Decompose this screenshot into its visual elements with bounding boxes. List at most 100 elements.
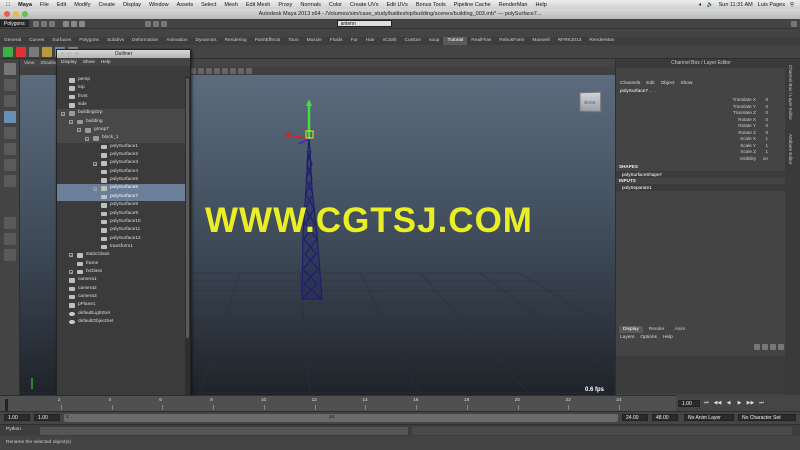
wifi-icon[interactable]: ◕ [698,2,701,8]
channel-attribute-value[interactable]: 1 [756,136,768,141]
outliner-item[interactable]: persp [57,76,185,84]
channel-box-menu-item[interactable]: Object [661,81,675,86]
channel-box-menu-item[interactable]: Edit [646,81,654,86]
outliner-item[interactable]: transform1 [57,243,185,251]
outliner-titlebar[interactable]: Outliner [57,50,190,58]
zoom-window-button[interactable] [22,11,28,17]
outliner-item[interactable]: polySurface7 [57,192,185,202]
layer-editor-tab[interactable]: Render [645,326,669,333]
outliner-item[interactable]: polySurface12 [57,235,185,243]
channel-attribute[interactable]: Translate Y0 [733,104,768,109]
outliner-item[interactable]: pPlane1 [57,301,185,309]
shelf-tab[interactable]: Dynamics [192,37,221,45]
mac-menu-item[interactable]: Normals [296,2,324,8]
character-set-selector[interactable]: No Character Set [738,414,796,421]
playback-end-field[interactable]: 24.00 [622,414,648,421]
outliner-item[interactable]: + fxGlass [57,268,185,276]
step-forward-icon[interactable]: ▶▶ [746,399,755,407]
minimize-window-button[interactable] [13,11,19,17]
channel-attribute-value[interactable]: 0 [756,130,768,135]
new-layer-selected-icon[interactable] [762,344,768,350]
move-manipulator[interactable] [284,99,314,145]
layer-menu-item[interactable]: Options [640,335,657,343]
shelf-tab[interactable]: PaintEffects [251,37,285,45]
mac-menu-item[interactable]: Display [119,2,145,8]
channel-attribute-value[interactable]: 1 [756,149,768,154]
mac-menu-item[interactable]: Edit UVs [382,2,411,8]
range-bar[interactable]: 1 24 [64,414,618,422]
outliner-item[interactable]: + polySurface6 [57,184,185,193]
outliner-item[interactable]: polySurface1 [57,143,185,151]
volume-icon[interactable]: 🔈 [707,2,714,8]
channel-attribute-value[interactable]: 0 [756,104,768,109]
playback-start-field[interactable]: 1.00 [34,414,60,421]
open-scene-icon[interactable] [40,20,47,27]
outliner-expand-toggle[interactable]: − [69,119,73,124]
anim-layer-selector[interactable]: No Anim Layer [684,414,734,421]
outliner-item[interactable]: polySurface11 [57,226,185,234]
layer-up-icon[interactable] [770,344,776,350]
outliner-item[interactable]: − building [57,117,185,127]
channel-attribute-value[interactable]: 0 [756,110,768,115]
outliner-item[interactable]: polySurface8 [57,201,185,209]
mac-menu-item[interactable]: Mesh [220,2,241,8]
step-back-icon[interactable]: ◀◀ [713,399,722,407]
snap-grid-icon[interactable] [144,20,151,27]
mac-menu-item[interactable]: Assets [173,2,198,8]
outliner-item[interactable]: side [57,101,185,109]
apple-menu-icon[interactable]:  [0,2,14,8]
spotlight-icon[interactable]: ⚲ [790,2,794,8]
shelf-tab[interactable]: RealFlow [467,37,495,45]
shelf-tool-icon[interactable] [29,46,39,57]
shelf-tool-icon[interactable] [16,46,26,57]
lasso-tool-icon[interactable] [4,79,16,91]
move-tool-icon[interactable] [4,111,16,123]
shelf-tab[interactable]: Subdivs [103,37,128,45]
mac-menu-item[interactable]: Create UVs [346,2,382,8]
shelf-tab[interactable]: nCloth [379,37,401,45]
shelf-tab[interactable]: General [0,37,25,45]
channel-attribute[interactable]: Translate X0 [733,97,768,102]
outliner-zoom-button[interactable] [74,51,79,57]
snap-curve-icon[interactable] [152,20,159,27]
shelf-tab[interactable]: RebusFarm [495,37,528,45]
outliner-menu-item[interactable]: Display [61,60,77,65]
end-time-field[interactable]: 48.00 [652,414,678,421]
outliner-item[interactable]: top [57,84,185,92]
outliner-item[interactable]: polySurface9 [57,210,185,218]
mac-menu-item[interactable]: RenderMan [495,2,532,8]
outliner-expand-toggle[interactable]: + [69,253,73,258]
four-pane-layout-icon[interactable] [4,233,16,245]
mac-menu-item[interactable]: Create [94,2,119,8]
outliner-scrollbar[interactable] [185,76,190,416]
new-layer-icon[interactable] [754,344,760,350]
outliner-expand-toggle[interactable]: − [85,136,89,141]
close-window-button[interactable] [4,11,10,17]
outliner-item[interactable]: defaultLightSet [57,310,185,318]
select-component-icon[interactable] [78,20,85,27]
outliner-item[interactable]: − buildingGrp [57,109,185,118]
scale-tool-icon[interactable] [4,143,16,155]
render-view-icon[interactable] [791,20,797,27]
single-pane-layout-icon[interactable] [4,217,16,229]
channel-box-object-name[interactable]: polySurface7 . . . [620,89,656,94]
outliner-item[interactable]: camera3 [57,293,185,301]
channel-attribute-value[interactable]: 0 [756,97,768,102]
mac-menu-item[interactable]: Help [531,2,550,8]
outliner-item[interactable]: polySurface2 [57,151,185,159]
mac-menu-item[interactable]: Edit Mesh [242,2,274,8]
shelf-tab[interactable]: RenderMan [585,37,618,45]
shelf-tab[interactable]: Fluids [326,37,347,45]
menubar-user[interactable]: Luis Pages [758,2,785,8]
start-time-field[interactable]: 1.00 [4,414,30,421]
shelf-tab[interactable]: Deformation [128,37,162,45]
mac-menu-item[interactable]: File [36,2,53,8]
layer-menu-item[interactable]: Help [663,335,673,343]
go-to-start-icon[interactable]: ⏮ [702,399,711,407]
command-language-label[interactable]: Python [6,427,21,432]
outliner-layout-icon[interactable] [4,249,16,261]
outliner-expand-toggle[interactable]: + [69,270,73,275]
mac-menu-item[interactable]: Window [145,2,173,8]
mac-menu-item[interactable]: Pipeline Cache [450,2,495,8]
shelf-tab[interactable]: Fur [347,37,362,45]
